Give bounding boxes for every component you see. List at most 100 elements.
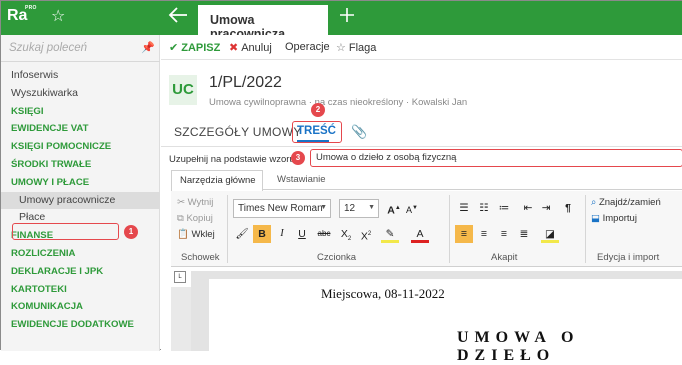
justify-button[interactable]: ≣ bbox=[515, 225, 533, 243]
document-subtitle: Umowa cywilnoprawna · na czas nieokreślo… bbox=[209, 97, 468, 108]
highlight-box-1 bbox=[12, 223, 119, 240]
group-label-paragraph: Akapit bbox=[491, 252, 518, 263]
step-badge-2: 2 bbox=[311, 103, 325, 117]
sidebar: Szukaj poleceń 📌 Infoserwis Wyszukiwarka… bbox=[1, 35, 160, 351]
document-heading: UMOWA O DZIEŁO bbox=[457, 329, 580, 364]
sidebar-item-komunikacja[interactable]: KOMUNIKACJA bbox=[1, 298, 160, 316]
sidebar-item-ewidencje-dodatkowe[interactable]: EWIDENCJE DODATKOWE bbox=[1, 316, 160, 334]
format-painter-icon[interactable]: 🖌 bbox=[233, 225, 251, 243]
sidebar-item-ksiegi-pomocnicze[interactable]: KSIĘGI POMOCNICZE bbox=[1, 138, 160, 156]
sidebar-item-infoserwis[interactable]: Infoserwis bbox=[1, 67, 160, 85]
command-search-input[interactable]: Szukaj poleceń 📌 bbox=[1, 35, 160, 62]
subscript-button[interactable]: X2 bbox=[337, 225, 355, 243]
highlight-box-2 bbox=[292, 121, 342, 143]
template-label: Uzupełnij na podstawie wzoru: bbox=[169, 154, 298, 165]
numbered-list-icon[interactable]: ☷ bbox=[475, 199, 493, 217]
copy-button[interactable]: ⧉ Kopiuj bbox=[177, 213, 213, 224]
template-select[interactable]: Umowa o dzieło z osobą fizyczną bbox=[310, 149, 682, 167]
sidebar-item-umowy-i-place[interactable]: UMOWY I PŁACE bbox=[1, 174, 160, 192]
binoculars-icon: ⌕ bbox=[591, 197, 597, 208]
sidebar-item-umowy-pracownicze[interactable]: Umowy pracownicze bbox=[1, 191, 160, 210]
increase-indent-icon[interactable]: ⇥ bbox=[537, 199, 555, 217]
divider bbox=[227, 195, 228, 263]
clipboard-icon: 📋 bbox=[177, 229, 189, 240]
cancel-button[interactable]: ✖ Anuluj bbox=[229, 41, 272, 54]
pilcrow-icon[interactable]: ¶ bbox=[559, 199, 577, 217]
bold-button[interactable]: B bbox=[253, 225, 271, 243]
checkmark-icon: ✔ bbox=[169, 42, 179, 54]
document-number: 1/PL/2022 bbox=[209, 74, 282, 91]
decrease-indent-icon[interactable]: ⇤ bbox=[519, 199, 537, 217]
align-left-button[interactable]: ≡ bbox=[455, 225, 473, 243]
favorites-star-icon[interactable]: ☆ bbox=[51, 8, 65, 26]
italic-button[interactable]: I bbox=[273, 225, 291, 243]
sidebar-item-wyszukiwarka[interactable]: Wyszukiwarka bbox=[1, 85, 160, 103]
ribbon-tabs: Narzędzia główne Wstawianie bbox=[171, 170, 682, 191]
document-type-badge: UC bbox=[169, 75, 197, 105]
import-button[interactable]: ⬓ Importuj bbox=[591, 213, 637, 224]
import-icon: ⬓ bbox=[591, 213, 600, 224]
pro-badge: PRO bbox=[25, 5, 37, 11]
sidebar-item-rozliczenia[interactable]: ROZLICZENIA bbox=[1, 245, 160, 263]
chevron-down-icon: ▼ bbox=[368, 204, 375, 211]
copy-icon: ⧉ bbox=[177, 213, 184, 224]
multilevel-list-icon[interactable]: ≔ bbox=[495, 199, 513, 217]
group-label-editing: Edycja i import bbox=[597, 252, 660, 263]
ribbon-tab-home[interactable]: Narzędzia główne bbox=[171, 170, 263, 191]
superscript-button[interactable]: X2 bbox=[357, 225, 375, 243]
tab-stop-selector[interactable]: L bbox=[174, 271, 186, 283]
operations-button[interactable]: Operacje bbox=[285, 41, 330, 53]
attachment-paperclip-icon[interactable]: 📎 bbox=[351, 124, 367, 140]
save-button[interactable]: ✔ ZAPISZ bbox=[169, 41, 220, 54]
font-size-select[interactable]: 12 ▼ bbox=[339, 199, 379, 218]
shading-icon[interactable]: ◪ bbox=[541, 225, 559, 243]
sidebar-item-ksiegi[interactable]: KSIĘGI bbox=[1, 103, 160, 121]
pin-icon[interactable]: 📌 bbox=[141, 41, 155, 54]
divider bbox=[585, 195, 586, 263]
paste-button[interactable]: 📋 Wklej bbox=[177, 229, 215, 240]
font-family-select[interactable]: Times New Roman ▼ bbox=[233, 199, 331, 218]
bullet-list-icon[interactable]: ☰ bbox=[455, 199, 473, 217]
tab-szczegoly-umowy[interactable]: SZCZEGÓŁY UMOWY bbox=[174, 125, 302, 139]
flag-button[interactable]: ☆ Flaga bbox=[336, 41, 376, 54]
group-label-font: Czcionka bbox=[317, 252, 357, 263]
cut-button[interactable]: ✂ Wytnij bbox=[177, 197, 213, 208]
sidebar-nav: Infoserwis Wyszukiwarka KSIĘGI EWIDENCJE… bbox=[1, 67, 160, 334]
sidebar-item-kartoteki[interactable]: KARTOTEKI bbox=[1, 281, 160, 299]
new-tab-plus-icon[interactable] bbox=[339, 5, 355, 29]
strikethrough-button[interactable]: abc bbox=[315, 225, 333, 243]
toolbar: ✔ ZAPISZ ✖ Anuluj Operacje ☆ Flaga bbox=[161, 35, 682, 60]
highlight-color-icon[interactable]: ✎ bbox=[381, 225, 399, 243]
scissors-icon: ✂ bbox=[177, 197, 185, 208]
divider bbox=[449, 195, 450, 263]
main-panel: ✔ ZAPISZ ✖ Anuluj Operacje ☆ Flaga UC 1/PL/… bbox=[161, 35, 682, 364]
sidebar-item-srodki-trwale[interactable]: ŚRODKI TRWAŁE bbox=[1, 156, 160, 174]
sidebar-item-deklaracje-i-jpk[interactable]: DEKLARACJE I JPK bbox=[1, 263, 160, 281]
document-page[interactable]: Miejscowa, 08-11-2022 UMOWA O DZIEŁO bbox=[209, 279, 682, 364]
underline-button[interactable]: U bbox=[293, 225, 311, 243]
step-badge-3: 3 bbox=[291, 151, 305, 165]
sidebar-item-ewidencje-vat[interactable]: EWIDENCJE VAT bbox=[1, 120, 160, 138]
font-color-icon[interactable]: A bbox=[411, 225, 429, 243]
vertical-ruler bbox=[171, 287, 191, 351]
step-badge-1: 1 bbox=[124, 225, 138, 239]
ribbon-tab-insert[interactable]: Wstawianie bbox=[277, 174, 326, 185]
grow-font-icon[interactable]: A▲ bbox=[385, 199, 403, 217]
group-label-clipboard: Schowek bbox=[181, 252, 220, 263]
shrink-font-icon[interactable]: A▼ bbox=[403, 199, 421, 217]
align-right-button[interactable]: ≡ bbox=[495, 225, 513, 243]
ribbon: ✂ Wytnij ⧉ Kopiuj 📋 Wklej Schowek Times … bbox=[171, 191, 682, 267]
place-date-line: Miejscowa, 08-11-2022 bbox=[321, 286, 445, 301]
app-logo[interactable]: Ra PRO bbox=[7, 5, 36, 29]
tab-umowa-pracownicza[interactable]: Umowa pracownicza bbox=[198, 5, 328, 41]
chevron-down-icon: ▼ bbox=[320, 204, 327, 211]
document-canvas: Miejscowa, 08-11-2022 UMOWA O DZIEŁO bbox=[191, 271, 682, 364]
align-center-button[interactable]: ≡ bbox=[475, 225, 493, 243]
back-arrow-icon[interactable] bbox=[167, 5, 191, 29]
document-tabs: SZCZEGÓŁY UMOWY TREŚĆ 📎 bbox=[161, 120, 682, 147]
app-window: Ra PRO ☆ Umowa pracownicza Szukaj polece… bbox=[0, 0, 682, 364]
top-bar: Ra PRO ☆ Umowa pracownicza bbox=[1, 1, 682, 41]
close-icon: ✖ bbox=[229, 42, 239, 54]
find-replace-button[interactable]: ⌕ Znajdź/zamień bbox=[591, 197, 661, 208]
star-icon: ☆ bbox=[336, 42, 346, 54]
